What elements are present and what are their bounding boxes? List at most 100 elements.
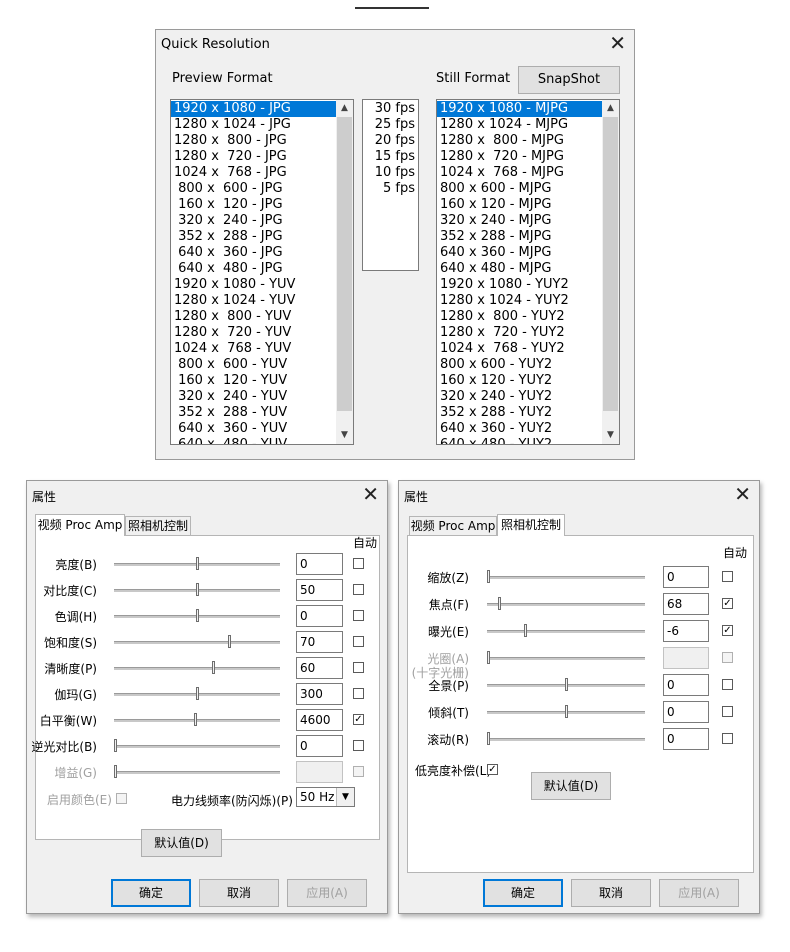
list-item[interactable]: 320 x 240 - JPG [171, 213, 336, 229]
slider-track[interactable] [114, 719, 280, 722]
list-item[interactable]: 1920 x 1080 - MJPG [437, 101, 602, 117]
slider-track[interactable] [114, 667, 280, 670]
value-field[interactable]: 0 [663, 674, 709, 696]
list-item[interactable]: 1024 x 768 - JPG [171, 165, 336, 181]
value-field[interactable]: 0 [663, 701, 709, 723]
slider-thumb[interactable] [564, 705, 568, 718]
auto-checkbox[interactable]: ✓ [722, 598, 733, 609]
list-item[interactable]: 640 x 360 - YUY2 [437, 421, 602, 437]
scroll-up-icon[interactable]: ▲ [602, 100, 619, 117]
list-item[interactable]: 640 x 360 - JPG [171, 245, 336, 261]
value-field[interactable]: -6 [663, 620, 709, 642]
auto-checkbox[interactable] [722, 706, 733, 717]
scroll-up-icon[interactable]: ▲ [336, 100, 353, 117]
auto-checkbox[interactable] [353, 558, 364, 569]
slider-track[interactable] [487, 576, 645, 579]
list-item[interactable]: 352 x 288 - MJPG [437, 229, 602, 245]
list-item[interactable]: 160 x 120 - YUV [171, 373, 336, 389]
value-field[interactable]: 60 [296, 657, 343, 679]
slider-track[interactable] [487, 603, 645, 606]
value-field[interactable]: 4600 [296, 709, 343, 731]
list-item[interactable]: 1920 x 1080 - YUV [171, 277, 336, 293]
slider-thumb[interactable] [487, 570, 490, 583]
list-item[interactable]: 1280 x 1024 - MJPG [437, 117, 602, 133]
list-item[interactable]: 1280 x 720 - YUY2 [437, 325, 602, 341]
tab-camera-control[interactable]: 照相机控制 [497, 514, 565, 536]
auto-checkbox[interactable] [353, 610, 364, 621]
list-item[interactable]: 160 x 120 - JPG [171, 197, 336, 213]
list-item[interactable]: 640 x 480 - JPG [171, 261, 336, 277]
value-field[interactable]: 68 [663, 593, 709, 615]
slider-thumb[interactable] [211, 661, 215, 674]
still-scrollbar[interactable]: ▲ ▼ [602, 100, 619, 444]
close-icon[interactable]: ✕ [734, 483, 751, 505]
list-item[interactable]: 640 x 360 - YUV [171, 421, 336, 437]
list-item[interactable]: 800 x 600 - JPG [171, 181, 336, 197]
close-icon[interactable]: ✕ [362, 483, 379, 505]
list-item[interactable]: 1024 x 768 - YUY2 [437, 341, 602, 357]
scroll-thumb[interactable] [603, 117, 618, 411]
close-icon[interactable]: ✕ [609, 32, 626, 54]
list-item[interactable]: 640 x 480 - YUV [171, 437, 336, 444]
list-item[interactable]: 1920 x 1080 - JPG [171, 101, 336, 117]
slider-thumb[interactable] [114, 739, 117, 752]
slider-track[interactable] [487, 738, 645, 741]
low-light-compensation-checkbox[interactable]: ✓ [487, 764, 498, 775]
preview-scrollbar[interactable]: ▲ ▼ [336, 100, 353, 444]
chevron-down-icon[interactable]: ▼ [336, 788, 354, 806]
slider-thumb[interactable] [195, 687, 199, 700]
auto-checkbox[interactable] [722, 679, 733, 690]
list-item[interactable]: 160 x 120 - MJPG [437, 197, 602, 213]
auto-checkbox[interactable]: ✓ [722, 625, 733, 636]
value-field[interactable]: 0 [663, 566, 709, 588]
list-item[interactable]: 640 x 480 - YUY2 [437, 437, 602, 444]
list-item[interactable]: 1280 x 720 - MJPG [437, 149, 602, 165]
list-item[interactable]: 800 x 600 - MJPG [437, 181, 602, 197]
value-field[interactable]: 300 [296, 683, 343, 705]
auto-checkbox[interactable] [353, 584, 364, 595]
auto-checkbox[interactable] [353, 740, 364, 751]
list-item[interactable]: 10 fps [363, 165, 418, 181]
tab-camera-control[interactable]: 照相机控制 [125, 516, 191, 536]
list-item[interactable]: 320 x 240 - YUV [171, 389, 336, 405]
list-item[interactable]: 1280 x 800 - MJPG [437, 133, 602, 149]
preview-format-list[interactable]: 1920 x 1080 - JPG 1280 x 1024 - JPG 1280 x… [170, 99, 354, 445]
value-field[interactable]: 70 [296, 631, 343, 653]
list-item[interactable]: 1024 x 768 - MJPG [437, 165, 602, 181]
scroll-thumb[interactable] [337, 117, 352, 411]
scroll-down-icon[interactable]: ▼ [602, 427, 619, 444]
value-field[interactable]: 0 [296, 735, 343, 757]
slider-thumb[interactable] [564, 678, 568, 691]
powerline-frequency-select[interactable]: 50 Hz ▼ [296, 787, 355, 807]
auto-checkbox[interactable] [353, 636, 364, 647]
list-item[interactable]: 25 fps [363, 117, 418, 133]
list-item[interactable]: 1280 x 800 - YUV [171, 309, 336, 325]
value-field[interactable]: 0 [296, 605, 343, 627]
tab-video-proc-amp[interactable]: 视频 Proc Amp [409, 516, 497, 536]
list-item[interactable]: 1280 x 720 - YUV [171, 325, 336, 341]
slider-track[interactable] [114, 641, 280, 644]
cancel-button[interactable]: 取消 [571, 879, 651, 907]
slider-thumb[interactable] [195, 609, 199, 622]
slider-thumb[interactable] [228, 635, 232, 648]
list-item[interactable]: 1280 x 720 - JPG [171, 149, 336, 165]
slider-thumb[interactable] [524, 624, 528, 637]
value-field[interactable]: 0 [296, 553, 343, 575]
ok-button[interactable]: 确定 [483, 879, 563, 907]
list-item[interactable]: 15 fps [363, 149, 418, 165]
default-values-button[interactable]: 默认值(D) [531, 772, 611, 800]
snapshot-button[interactable]: SnapShot [518, 66, 620, 94]
list-item[interactable]: 640 x 480 - MJPG [437, 261, 602, 277]
scroll-down-icon[interactable]: ▼ [336, 427, 353, 444]
list-item[interactable]: 640 x 360 - MJPG [437, 245, 602, 261]
list-item[interactable]: 320 x 240 - YUY2 [437, 389, 602, 405]
list-item[interactable]: 352 x 288 - YUY2 [437, 405, 602, 421]
list-item[interactable]: 30 fps [363, 101, 418, 117]
list-item[interactable]: 5 fps [363, 181, 418, 197]
list-item[interactable]: 1024 x 768 - YUV [171, 341, 336, 357]
default-values-button[interactable]: 默认值(D) [141, 829, 222, 857]
list-item[interactable]: 1280 x 800 - YUY2 [437, 309, 602, 325]
list-item[interactable]: 20 fps [363, 133, 418, 149]
slider-thumb[interactable] [195, 557, 199, 570]
slider-track[interactable] [487, 630, 645, 633]
